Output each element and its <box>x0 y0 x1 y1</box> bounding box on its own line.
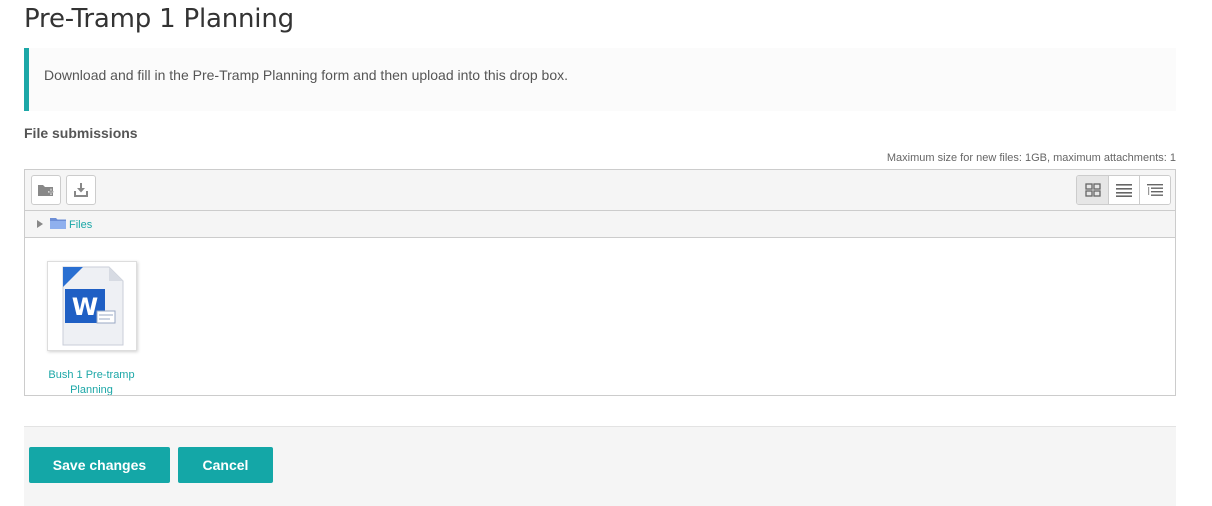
form-actions: Save changes Cancel <box>24 426 1176 506</box>
download-all-button[interactable] <box>66 175 96 205</box>
icons-view-button[interactable] <box>1077 176 1108 204</box>
file-manager-toolbar <box>25 170 1175 211</box>
list-view-button[interactable] <box>1108 176 1139 204</box>
save-changes-button[interactable]: Save changes <box>29 447 170 483</box>
path-files-link[interactable]: Files <box>69 219 92 231</box>
list-view-icon <box>1116 184 1132 197</box>
cancel-button[interactable]: Cancel <box>178 447 273 483</box>
tree-view-button[interactable] <box>1139 176 1170 204</box>
intro-text: Download and fill in the Pre-Tramp Plann… <box>44 67 569 83</box>
add-file-button[interactable] <box>31 175 61 205</box>
file-tile[interactable]: W <box>47 261 137 351</box>
view-switcher <box>1076 175 1171 205</box>
add-folder-icon <box>38 185 54 196</box>
max-size-note: Maximum size for new files: 1GB, maximum… <box>886 152 1176 164</box>
download-icon <box>74 183 88 197</box>
tree-view-icon <box>1147 184 1163 196</box>
svg-text:W: W <box>72 293 98 321</box>
folder-icon <box>50 218 66 229</box>
icons-view-icon <box>1084 183 1101 197</box>
file-name-link[interactable]: Bush 1 Pre-tramp Planning <box>35 368 148 395</box>
file-submissions-label: File submissions <box>24 125 138 141</box>
page-title: Pre-Tramp 1 Planning <box>24 4 294 34</box>
file-path-bar: Files <box>25 211 1175 238</box>
file-area: W Bush 1 Pre-tramp Planning <box>25 238 1175 395</box>
expand-arrow-icon[interactable] <box>37 220 43 228</box>
file-manager: Files W Bush 1 Pre-tramp Planning <box>24 169 1176 396</box>
word-document-icon: W <box>62 266 124 346</box>
intro-box: Download and fill in the Pre-Tramp Plann… <box>24 48 1176 111</box>
